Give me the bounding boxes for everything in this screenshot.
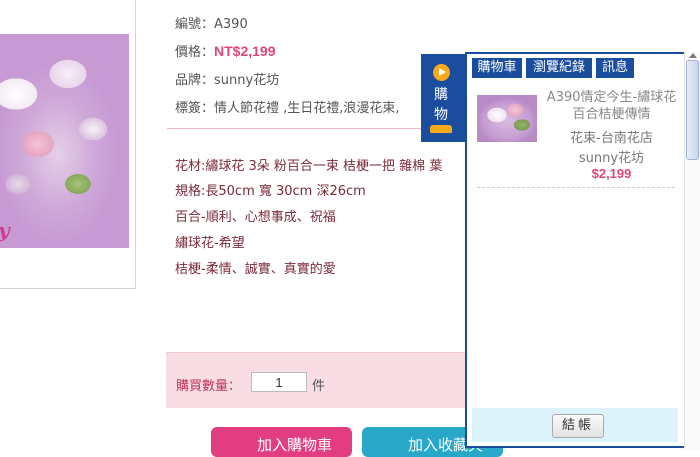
cart-toggle-tab[interactable]: 購 物: [421, 54, 465, 142]
desc-line: 花材:繡球花 3朵 粉百合一束 桔梗一把 雜棉 葉: [175, 159, 443, 174]
add-to-cart-label: 加入購物車: [257, 436, 333, 454]
desc-line: 規格:長50cm 寬 30cm 深26cm: [175, 184, 366, 199]
qty-unit: 件: [312, 379, 326, 394]
desc-line: 桔梗-柔情、誠實、真實的愛: [175, 262, 336, 277]
price-value: NT$2,199: [214, 43, 276, 59]
tags-label: 標簽：: [175, 101, 215, 116]
cart-panel: 購物車 瀏覽紀錄 訊息 A390情定今生-繡球花百合桔梗傳情 花束-台南花店 s…: [465, 52, 686, 448]
desc-line: 百合-順利、心想事成、祝福: [175, 210, 336, 225]
checkout-button[interactable]: 結帳: [552, 414, 604, 438]
cart-item-list: A390情定今生-繡球花百合桔梗傳情 花束-台南花店 sunny花坊 $2,19…: [472, 81, 678, 411]
cart-item-price: $2,199: [591, 166, 632, 181]
product-image[interactable]: y: [0, 34, 129, 248]
product-image-frame: y: [0, 0, 136, 289]
cart-item-thumbnail[interactable]: [477, 95, 537, 142]
scroll-up-arrow-icon[interactable]: [689, 53, 697, 58]
tags-value[interactable]: 情人節花禮 ,生日花禮,浪漫花束,: [214, 101, 400, 116]
qty-input[interactable]: [251, 372, 307, 392]
price-label: 價格：: [175, 45, 215, 60]
cart-item-brand: sunny花坊: [578, 151, 645, 166]
code-row: 編號：A390: [175, 13, 248, 32]
code-label: 編號：: [175, 17, 215, 32]
qty-label: 購買數量：: [176, 379, 242, 394]
brand-value[interactable]: sunny花坊: [214, 73, 279, 88]
tab-cart[interactable]: 購物車: [472, 58, 522, 78]
add-to-cart-button[interactable]: 加入購物車: [211, 427, 352, 457]
brand-row: 品牌：sunny花坊: [175, 69, 279, 88]
brand-label: 品牌：: [175, 73, 215, 88]
tab-messages[interactable]: 訊息: [596, 58, 634, 78]
scroll-thumb[interactable]: [686, 60, 699, 160]
price-row: 價格：NT$2,199: [175, 41, 276, 60]
cart-tab-char-1: 購: [434, 87, 448, 103]
cart-tab-char-2: 物: [434, 107, 448, 123]
desc-line: 繡球花-希望: [175, 236, 245, 251]
cart-item-shop: 花束-台南花店: [570, 131, 653, 146]
tags-row: 標簽：情人節花禮 ,生日花禮,浪漫花束,: [175, 97, 400, 116]
code-value: A390: [214, 17, 248, 32]
tab-history[interactable]: 瀏覽紀錄: [526, 58, 592, 78]
cart-item-name[interactable]: A390情定今生-繡球花百合桔梗傳情: [544, 89, 679, 123]
car-icon: [430, 125, 452, 133]
panel-footer: 結帳: [472, 408, 678, 442]
product-image-caption: y: [0, 218, 10, 242]
purchase-bar: 購買數量： 件: [166, 352, 471, 408]
item-divider: [477, 187, 675, 188]
play-icon: [433, 64, 450, 81]
page-scrollbar[interactable]: [684, 52, 700, 449]
